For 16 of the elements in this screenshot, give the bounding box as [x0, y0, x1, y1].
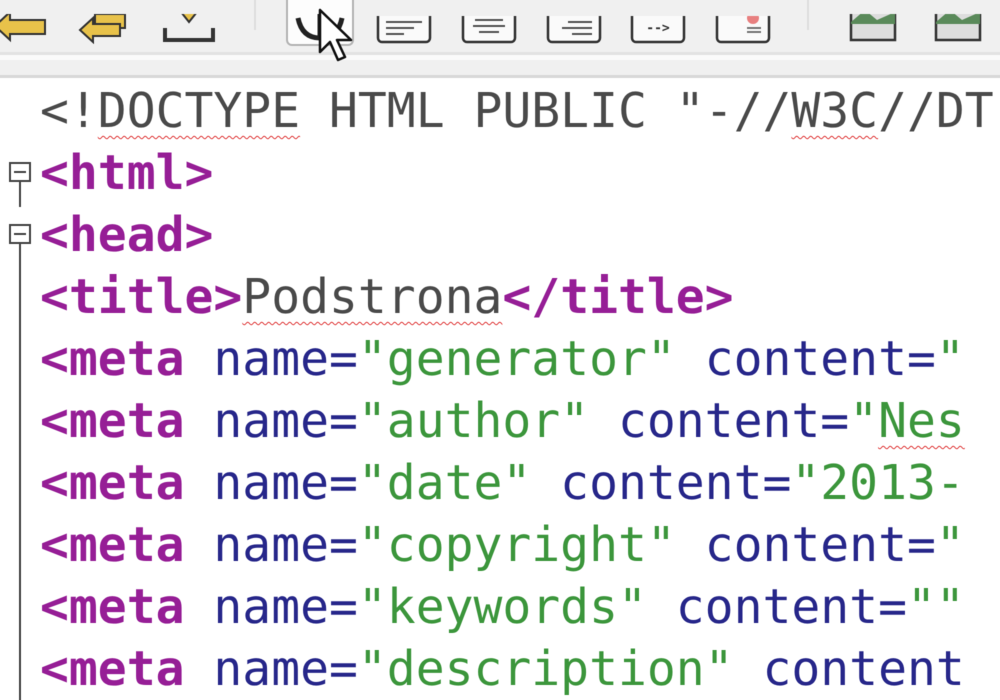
code-line: <title>Podstrona</title>: [40, 268, 734, 327]
code-line: <!DOCTYPE HTML PUBLIC "-//W3C//DT: [40, 82, 994, 141]
code-line: <meta name="copyright" content=": [40, 516, 965, 575]
comment-tool-button[interactable]: -->: [624, 0, 692, 46]
code-line: <meta name="description" content: [40, 640, 965, 699]
code-line: <meta name="date" content="2013-: [40, 454, 965, 513]
code-line: <meta name="author" content="Nes: [40, 392, 965, 451]
code-line: <html>: [40, 144, 214, 203]
comment-icon: -->: [628, 16, 688, 44]
fold-toggle-icon[interactable]: [8, 161, 32, 207]
align-center-icon: [459, 16, 520, 44]
code-line: <head>: [40, 206, 214, 265]
code-line: <meta name="generator" content=": [40, 330, 965, 389]
align-left-icon: [374, 16, 434, 44]
fold-toggle-icon[interactable]: [8, 223, 32, 269]
code-line: <meta name="keywords" content="": [40, 578, 965, 637]
